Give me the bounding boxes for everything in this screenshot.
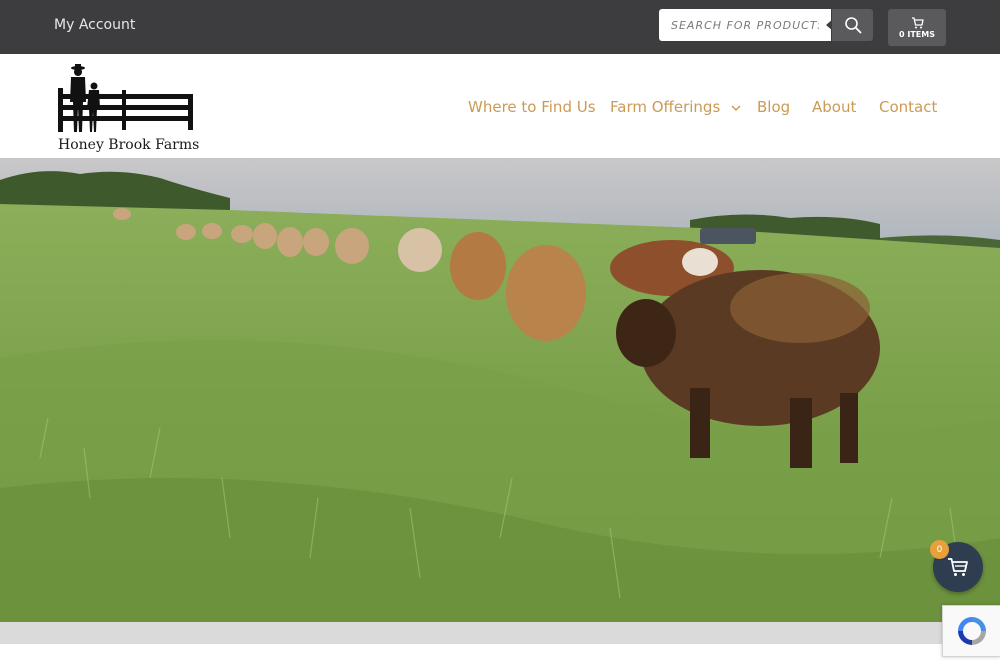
nav-farm-offerings[interactable]: Farm Offerings: [610, 98, 741, 116]
hero-image: [0, 158, 1000, 622]
top-bar: My Account 0 ITEMS: [0, 0, 1000, 54]
cart-icon: [948, 558, 968, 576]
header-cart-button[interactable]: 0 ITEMS: [888, 9, 946, 46]
chevron-down-icon: [731, 104, 741, 111]
farm-logo-icon: [58, 64, 193, 132]
nav-contact[interactable]: Contact: [879, 98, 937, 116]
search-icon: [844, 17, 861, 34]
recaptcha-icon: [957, 617, 986, 645]
hero-pasture-illustration: [0, 158, 1000, 622]
search-button[interactable]: [832, 9, 873, 41]
search-input[interactable]: [659, 9, 831, 41]
nav-blog[interactable]: Blog: [757, 98, 790, 116]
recaptcha-badge[interactable]: [942, 605, 1000, 657]
cart-items-count: 0 ITEMS: [899, 29, 935, 39]
my-account-link[interactable]: My Account: [54, 17, 135, 33]
search-box: [659, 9, 831, 41]
nav-about[interactable]: About: [812, 98, 856, 116]
nav-farm-offerings-label: Farm Offerings: [610, 98, 721, 116]
floating-cart-count-badge: 0: [930, 540, 949, 559]
site-logo[interactable]: Honey Brook Farms: [56, 64, 200, 153]
logo-text: Honey Brook Farms: [58, 137, 200, 153]
site-header: Honey Brook Farms Where to Find Us Farm …: [0, 54, 1000, 158]
nav-where-to-find-us[interactable]: Where to Find Us: [468, 98, 596, 116]
footer-strip: [0, 622, 1000, 644]
cart-icon: [911, 16, 924, 28]
